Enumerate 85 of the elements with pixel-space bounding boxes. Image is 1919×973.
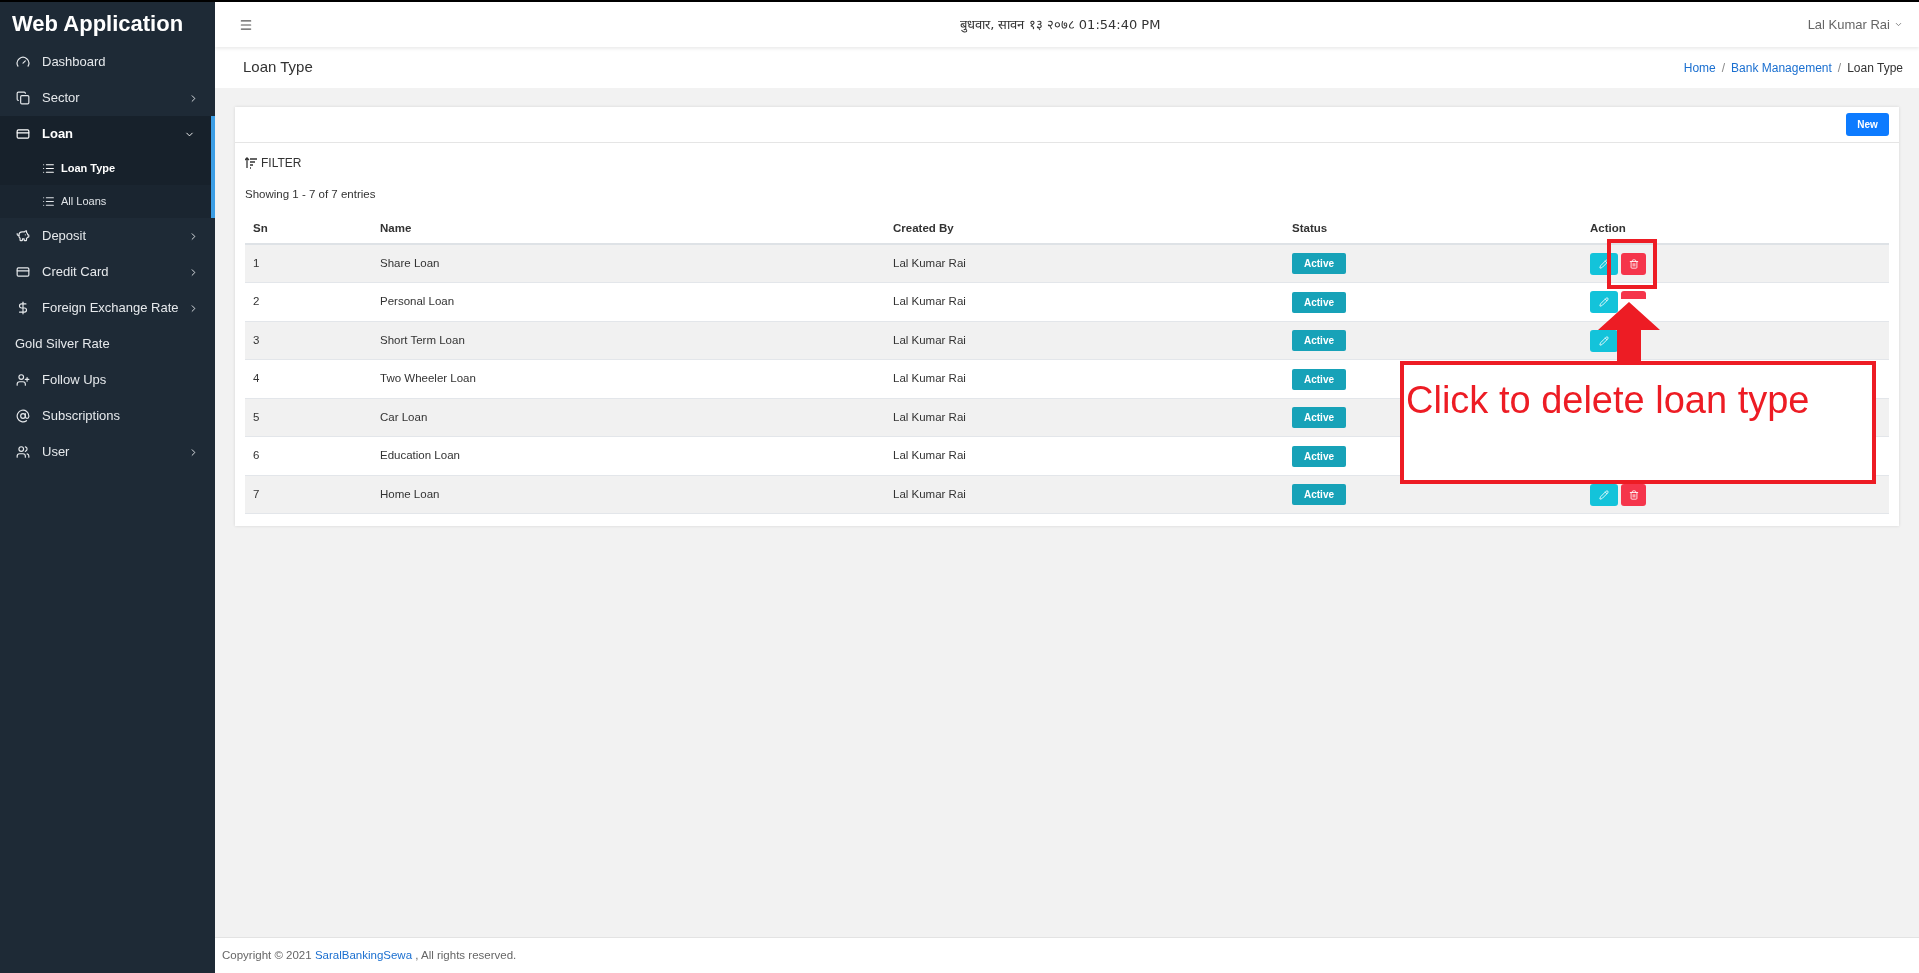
sidebar-subitem[interactable]: Loan Type: [0, 152, 211, 185]
delete-button[interactable]: [1621, 252, 1646, 275]
table-cell: 4: [253, 372, 260, 385]
sidebar-item[interactable]: Gold Silver Rate: [0, 326, 215, 362]
table-cell: Home Loan: [380, 487, 440, 500]
entries-info: Showing 1 - 7 of 7 entries: [245, 187, 377, 202]
breadcrumb-separator: /: [1721, 59, 1726, 77]
table-cell: Lal Kumar Rai: [893, 295, 966, 308]
table-cell: Share Loan: [380, 257, 440, 270]
sidebar-item[interactable]: Subscriptions: [0, 398, 215, 434]
status-badge: Active: [1292, 368, 1346, 390]
table-cell: Lal Kumar Rai: [893, 410, 966, 423]
status-badge: Active: [1292, 330, 1346, 351]
pencil-icon: [1599, 258, 1609, 269]
list-icon: [42, 162, 55, 175]
table-cell: Education Loan: [380, 449, 460, 462]
sidebar-item[interactable]: Loan: [0, 116, 211, 152]
at-icon: [16, 409, 30, 423]
copy-icon: [16, 91, 30, 105]
sidebar-item[interactable]: Credit Card: [0, 254, 215, 290]
edit-button[interactable]: [1590, 483, 1618, 506]
table-cell: Personal Loan: [380, 295, 455, 308]
pencil-icon: [1599, 297, 1609, 307]
sidebar-item[interactable]: Dashboard: [0, 44, 215, 80]
breadcrumb-separator: /: [1837, 59, 1842, 77]
table-cell: Lal Kumar Rai: [893, 372, 966, 385]
breadcrumb-current: Loan Type: [1847, 59, 1903, 77]
pencil-icon: [1599, 489, 1609, 500]
table-cell: Two Wheeler Loan: [380, 372, 476, 385]
status-badge: Active: [1292, 253, 1346, 275]
column-header: Action: [1590, 221, 1626, 234]
status-badge: Active: [1292, 291, 1346, 313]
table-cell: 2: [253, 295, 260, 308]
status-badge: Active: [1292, 445, 1346, 467]
sidebar-item[interactable]: Sector: [0, 80, 215, 116]
sidebar-subitem[interactable]: All Loans: [0, 185, 211, 218]
list-icon: [42, 195, 55, 208]
table-cell: Lal Kumar Rai: [893, 333, 966, 346]
table-cell: 7: [253, 487, 260, 500]
breadcrumb-link[interactable]: Bank Management: [1731, 58, 1832, 77]
highlight-frame: [1607, 239, 1657, 289]
sidebar-item[interactable]: Follow Ups: [0, 362, 215, 398]
table-cell: Car Loan: [380, 410, 428, 423]
user-menu[interactable]: Lal Kumar Rai: [1807, 14, 1903, 35]
breadcrumb-link[interactable]: Home: [1683, 58, 1716, 77]
table-cell: Lal Kumar Rai: [893, 449, 966, 462]
column-header: Created By: [893, 221, 954, 234]
card-icon: [16, 127, 30, 141]
filter-label[interactable]: FILTER: [261, 154, 302, 172]
column-header: Status: [1292, 221, 1328, 234]
page-title: Loan Type: [243, 57, 313, 78]
trash-icon: [1628, 258, 1639, 269]
pencil-icon: [1599, 335, 1609, 346]
table-cell: Lal Kumar Rai: [893, 487, 966, 500]
trash-icon: [1628, 489, 1639, 500]
table-cell: Short Term Loan: [380, 333, 465, 346]
dollar-icon: [16, 301, 30, 315]
delete-button[interactable]: [1621, 483, 1646, 506]
sort-filter-icon: [245, 157, 258, 169]
date-time: बुधवार, सावन १३ २०७८ 01:54:40 PM: [959, 15, 1161, 35]
menu-icon[interactable]: [239, 17, 253, 32]
dashboard-icon: [16, 55, 30, 69]
sidebar-item[interactable]: Foreign Exchange Rate: [0, 290, 215, 326]
table-cell: Lal Kumar Rai: [893, 257, 966, 270]
footer-link[interactable]: SaralBankingSewa: [314, 948, 413, 961]
piggy-bank-icon: [16, 229, 30, 243]
sidebar-item[interactable]: Deposit: [0, 218, 215, 254]
column-header: Name: [380, 221, 412, 234]
app-title: Web Application: [11, 10, 185, 38]
table-cell: 6: [253, 449, 260, 462]
card-icon: [16, 265, 30, 279]
footer-text: Copyright © 2021 SaralBankingSewa , All rights reserved.: [222, 947, 517, 963]
status-badge: Active: [1292, 484, 1346, 505]
table-cell: 1: [253, 257, 260, 270]
chevron-down-icon: [1894, 20, 1903, 29]
status-badge: Active: [1292, 407, 1346, 428]
user-plus-icon: [16, 373, 30, 387]
table-cell: 3: [253, 333, 260, 346]
users-icon: [16, 445, 30, 459]
new-button[interactable]: New: [1846, 113, 1889, 136]
edit-button[interactable]: [1590, 329, 1618, 352]
sidebar-item[interactable]: User: [0, 434, 215, 470]
callout-text: Click to delete loan type: [1406, 378, 1811, 423]
table-cell: 5: [253, 410, 260, 423]
column-header: Sn: [253, 221, 268, 234]
